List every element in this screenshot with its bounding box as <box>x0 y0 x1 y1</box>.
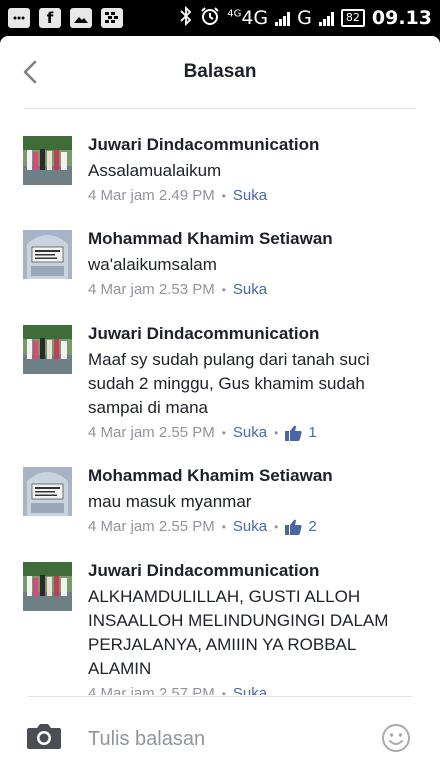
like-count-value: 2 <box>308 518 317 535</box>
bluetooth-icon <box>179 5 193 31</box>
gallery-icon <box>70 8 92 28</box>
signal-icon <box>275 10 291 26</box>
comment-author[interactable]: Mohammad Khamim Setiawan <box>88 459 420 487</box>
network-4g: 4G4G <box>227 7 269 29</box>
comment-item: Juwari Dindacommunication Assalamualaiku… <box>0 128 440 222</box>
separator-dot: • <box>274 520 279 534</box>
comment-text: ALKHAMDULILLAH, GUSTI ALLOH INSAALLOH ME… <box>88 587 389 678</box>
page-title: Balasan <box>183 61 257 82</box>
thumbs-up-icon <box>285 519 302 535</box>
alarm-icon <box>200 6 220 31</box>
chevron-left-icon <box>23 60 37 84</box>
comment-text: wa'alaikumsalam <box>88 255 217 274</box>
camera-button[interactable] <box>26 722 62 750</box>
thumbs-up-icon <box>285 425 302 441</box>
like-count[interactable]: 1 <box>285 422 317 444</box>
comment-meta: 4 Mar jam 2.55 PM • Suka • 1 <box>88 422 420 444</box>
comment-text: mau masuk myanmar <box>88 492 252 511</box>
comment-time: 4 Mar jam 2.55 PM <box>88 424 215 441</box>
comment-item: Juwari Dindacommunication ALKHAMDULILLAH… <box>0 554 440 695</box>
replies-screen: Balasan Juwari Dindacommunication Assala… <box>0 36 440 782</box>
message-icon <box>8 8 30 28</box>
separator-dot: • <box>221 687 226 695</box>
like-button[interactable]: Suka <box>233 185 267 207</box>
comment-time: 4 Mar jam 2.55 PM <box>88 518 215 535</box>
avatar[interactable] <box>23 136 72 185</box>
like-button[interactable]: Suka <box>233 516 267 538</box>
like-button[interactable]: Suka <box>233 683 267 695</box>
battery-level: 82 <box>340 9 365 27</box>
reply-input[interactable] <box>88 724 368 754</box>
separator-dot: • <box>221 189 226 203</box>
comment-author[interactable]: Juwari Dindacommunication <box>88 554 420 582</box>
avatar[interactable] <box>23 325 72 374</box>
comment-time: 4 Mar jam 2.57 PM <box>88 685 215 695</box>
comment-author[interactable]: Juwari Dindacommunication <box>88 128 420 156</box>
emoji-button[interactable] <box>381 723 411 753</box>
comment-time: 4 Mar jam 2.49 PM <box>88 187 215 204</box>
reply-composer <box>0 696 440 782</box>
comment-meta: 4 Mar jam 2.53 PM • Suka <box>88 279 420 301</box>
comment-item: Juwari Dindacommunication Maaf sy sudah … <box>0 317 440 459</box>
comment-time: 4 Mar jam 2.53 PM <box>88 281 215 298</box>
like-button[interactable]: Suka <box>233 422 267 444</box>
clock: 09.13 <box>371 7 432 29</box>
comment-meta: 4 Mar jam 2.49 PM • Suka <box>88 185 420 207</box>
smiley-icon <box>382 724 410 752</box>
avatar[interactable] <box>23 230 72 279</box>
avatar[interactable] <box>23 562 72 611</box>
bbm-icon <box>101 8 123 28</box>
comment-text: Assalamualaikum <box>88 161 222 180</box>
composer-divider <box>28 696 412 697</box>
separator-dot: • <box>221 426 226 440</box>
status-bar: f 4G4G G 82 09.13 <box>0 0 440 36</box>
header-divider <box>24 108 416 109</box>
back-button[interactable] <box>16 58 44 86</box>
facebook-icon: f <box>39 8 61 28</box>
comment-list[interactable]: Juwari Dindacommunication Assalamualaiku… <box>0 128 440 695</box>
like-button[interactable]: Suka <box>233 279 267 301</box>
comment-item: Mohammad Khamim Setiawan wa'alaikumsalam… <box>0 222 440 317</box>
network-g: G <box>297 7 312 29</box>
comment-meta: 4 Mar jam 2.57 PM • Suka <box>88 683 420 695</box>
comment-author[interactable]: Mohammad Khamim Setiawan <box>88 222 420 250</box>
separator-dot: • <box>221 520 226 534</box>
signal-icon-2 <box>318 10 334 26</box>
comment-text: Maaf sy sudah pulang dari tanah suci sud… <box>88 350 370 417</box>
avatar[interactable] <box>23 467 72 516</box>
camera-icon <box>27 724 61 749</box>
separator-dot: • <box>274 426 279 440</box>
comment-meta: 4 Mar jam 2.55 PM • Suka • 2 <box>88 516 420 538</box>
like-count-value: 1 <box>308 424 317 441</box>
comment-author[interactable]: Juwari Dindacommunication <box>88 317 420 345</box>
like-count[interactable]: 2 <box>285 516 317 538</box>
separator-dot: • <box>221 283 226 297</box>
comment-item: Mohammad Khamim Setiawan mau masuk myanm… <box>0 459 440 554</box>
top-bar: Balasan <box>0 36 440 108</box>
